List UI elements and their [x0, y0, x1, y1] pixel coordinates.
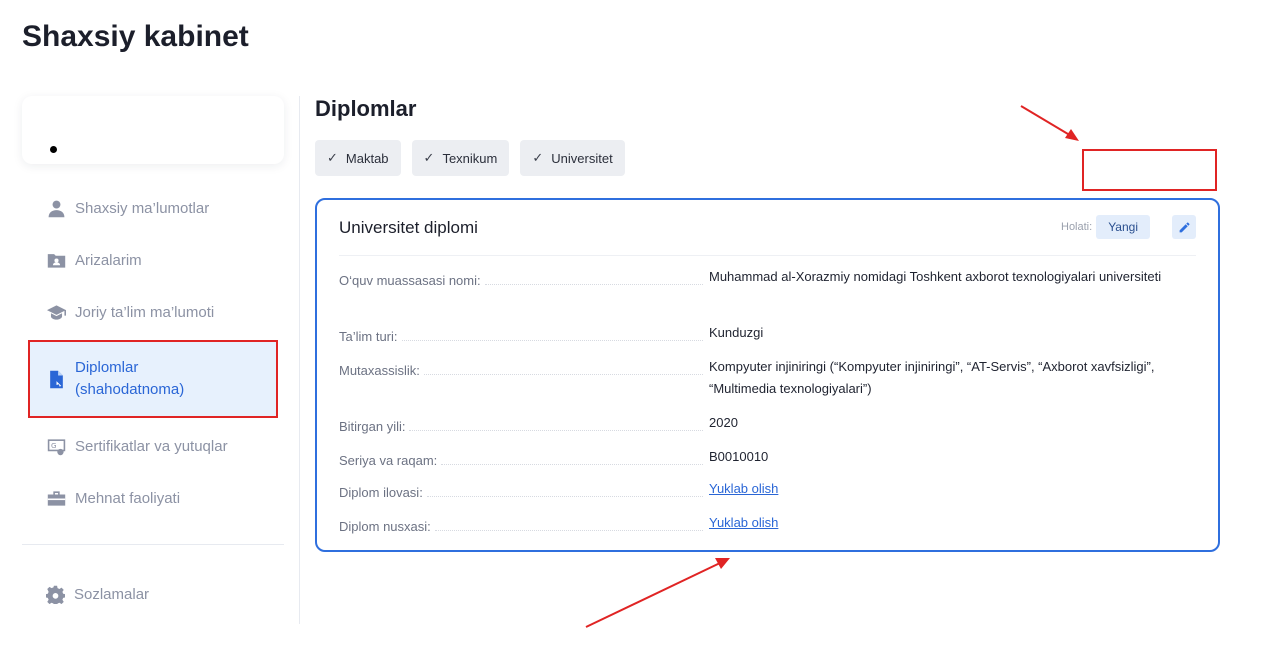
bullet-dot	[50, 146, 57, 153]
detail-value: Muhammad al-Xorazmiy nomidagi Toshkent a…	[709, 269, 1162, 284]
detail-key: Mutaxassislik:	[339, 363, 420, 378]
vertical-divider	[299, 96, 300, 624]
tab-college[interactable]: ✓ Texnikum	[411, 140, 510, 176]
tab-label: Universitet	[551, 150, 613, 166]
sidebar-item-label-sub: (shahodatnoma)	[75, 381, 185, 398]
settings-label: Sozlamalar	[74, 586, 150, 603]
folder-user-icon	[46, 250, 66, 270]
profile-card[interactable]	[22, 96, 284, 164]
detail-key: Seriya va raqam:	[339, 453, 438, 468]
sidebar-item-current-education[interactable]: Joriy ta’lim ma’lumoti	[28, 288, 278, 336]
section-title: Diplomlar	[315, 96, 417, 121]
check-icon: ✓	[327, 150, 338, 165]
check-icon: ✓	[423, 150, 435, 165]
sidebar-item-work-activity[interactable]: Mehnat faoliyati	[28, 474, 278, 522]
sidebar-item-label: Arizalarim	[75, 251, 142, 269]
sidebar-item-label: Mehnat faoliyati	[75, 489, 181, 507]
diploma-card: Universitet diplomi Holati: Yangi O‘quv …	[315, 198, 1220, 552]
document-icon	[46, 369, 66, 389]
card-title: Universitet diplomi	[339, 218, 478, 237]
status-badge: Yangi	[1096, 215, 1150, 239]
detail-row-specialty: Mutaxassislik: Kompyuter injiniringi (“K…	[339, 356, 1199, 412]
detail-key: Diplom ilovasi:	[339, 485, 423, 500]
sidebar-item-diplomas[interactable]: Diplomlar (shahodatnoma)	[28, 340, 278, 418]
detail-row-diploma-appendix: Diplom ilovasi: Yuklab olish	[339, 478, 1199, 512]
page: Shaxsiy kabinet Shaxsiy ma’lumotlar Ariz…	[0, 0, 1280, 656]
user-icon	[46, 198, 66, 218]
sidebar-item-label: Shaxsiy ma’lumotlar	[75, 199, 210, 217]
graduation-cap-icon	[46, 302, 66, 322]
edit-button[interactable]	[1172, 215, 1196, 239]
gear-icon	[46, 585, 65, 604]
tab-school[interactable]: ✓ Maktab	[315, 140, 401, 176]
tab-label: Texnikum	[442, 150, 498, 166]
detail-row-study-type: Ta’lim turi: Kunduzgi	[339, 322, 1199, 356]
detail-key: O‘quv muassasasi nomi:	[339, 273, 481, 288]
detail-value: 2020	[709, 415, 738, 430]
diploma-type-tabs: ✓ Maktab ✓ Texnikum ✓ Universitet	[315, 140, 625, 176]
tab-university[interactable]: ✓ Universitet	[520, 140, 625, 176]
detail-value: Kunduzgi	[709, 325, 764, 340]
detail-key: Ta’lim turi:	[339, 329, 398, 344]
status-label: Holati:	[1061, 221, 1093, 233]
detail-key: Bitirgan yili:	[339, 419, 406, 434]
sidebar-item-label: Joriy ta’lim ma’lumoti	[75, 303, 215, 321]
sidebar-item-label: Sertifikatlar va yutuqlar	[75, 437, 228, 455]
detail-row-graduation-year: Bitirgan yili: 2020	[339, 412, 1199, 446]
sidebar-item-applications[interactable]: Arizalarim	[28, 236, 278, 284]
detail-value: B0010010	[709, 449, 769, 464]
svg-text:G: G	[50, 441, 56, 450]
sidebar-item-label: Diplomlar	[75, 359, 139, 376]
annotation-arrow-top	[1020, 105, 1079, 141]
download-copy-link[interactable]: Yuklab olish	[709, 515, 778, 530]
check-icon: ✓	[532, 150, 544, 165]
detail-key: Diplom nusxasi:	[339, 519, 431, 534]
certificate-icon: G	[46, 436, 66, 456]
status-group: Holati: Yangi	[1061, 215, 1150, 239]
briefcase-icon	[46, 488, 66, 508]
sidebar-item-personal-info[interactable]: Shaxsiy ma’lumotlar	[28, 184, 278, 232]
annotation-arrow-bottom	[585, 558, 730, 628]
sidebar-divider	[22, 544, 284, 545]
diploma-details: O‘quv muassasasi nomi: Muhammad al-Xoraz…	[339, 266, 1199, 542]
sidebar-nav: Shaxsiy ma’lumotlar Arizalarim Joriy ta’…	[28, 184, 278, 526]
detail-row-serial-number: Seriya va raqam: B0010010	[339, 446, 1199, 478]
tab-label: Maktab	[345, 150, 389, 166]
card-divider	[339, 255, 1196, 256]
sidebar-item-label-wrap: Diplomlar (shahodatnoma)	[75, 357, 184, 401]
download-appendix-link[interactable]: Yuklab olish	[709, 481, 778, 496]
sidebar-item-certificates[interactable]: G Sertifikatlar va yutuqlar	[28, 422, 278, 470]
detail-row-institution: O‘quv muassasasi nomi: Muhammad al-Xoraz…	[339, 266, 1199, 322]
detail-value: Kompyuter injiniringi (“Kompyuter injini…	[709, 359, 1155, 396]
detail-row-diploma-copy: Diplom nusxasi: Yuklab olish	[339, 512, 1199, 542]
sidebar-item-settings[interactable]: Sozlamalar	[46, 585, 149, 604]
page-title: Shaxsiy kabinet	[22, 20, 249, 53]
annotation-highlight-box	[1082, 149, 1217, 191]
pencil-icon	[1179, 221, 1190, 232]
